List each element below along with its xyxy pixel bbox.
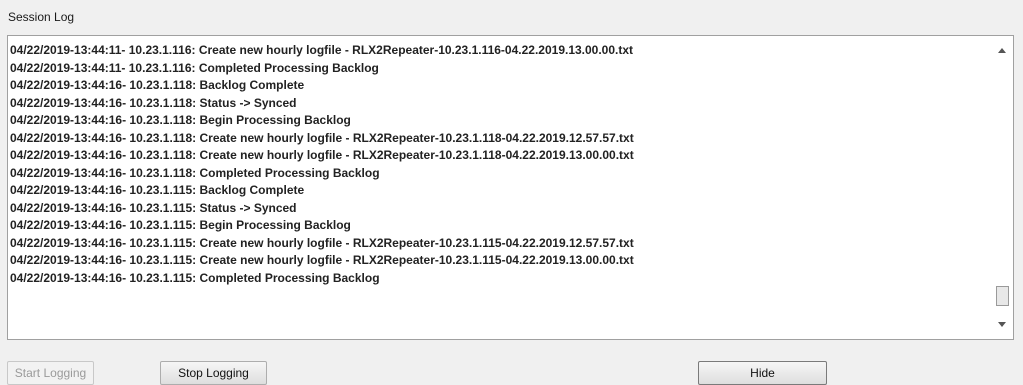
stop-logging-button[interactable]: Stop Logging [160, 361, 267, 385]
log-line: 04/22/2019-13:44:16- 10.23.1.115: Status… [10, 200, 297, 215]
log-line: 04/22/2019-13:44:11- 10.23.1.116: Comple… [10, 60, 379, 75]
vertical-scrollbar[interactable] [994, 36, 1013, 339]
log-line: 04/22/2019-13:44:16- 10.23.1.115: Create… [10, 235, 634, 250]
log-line: 04/22/2019-13:44:11- 10.23.1.116: Create… [10, 43, 634, 57]
session-log-textbox[interactable]: 04/22/2019-13:44:11- 10.23.1.116: Create… [7, 35, 1014, 340]
log-line: 04/22/2019-13:44:16- 10.23.1.118: Status… [10, 95, 297, 110]
scroll-up-arrow-icon[interactable] [998, 48, 1006, 53]
scroll-down-arrow-icon[interactable] [998, 322, 1006, 327]
log-line: 04/22/2019-13:44:16- 10.23.1.118: Comple… [10, 165, 380, 180]
session-log-lines: 04/22/2019-13:44:11- 10.23.1.116: Create… [10, 42, 993, 337]
log-line: 04/22/2019-13:44:16- 10.23.1.118: Backlo… [10, 78, 305, 92]
log-line: 04/22/2019-13:44:16- 10.23.1.118: Create… [10, 130, 634, 145]
hide-button[interactable]: Hide [698, 361, 827, 385]
log-line: 04/22/2019-13:44:16- 10.23.1.118: Create… [10, 148, 634, 162]
log-line: 04/22/2019-13:44:16- 10.23.1.115: Begin … [10, 218, 351, 232]
session-log-label: Session Log [8, 10, 75, 24]
log-line: 04/22/2019-13:44:16- 10.23.1.115: Comple… [10, 270, 380, 285]
log-line: 04/22/2019-13:44:16- 10.23.1.118: Begin … [10, 113, 351, 127]
log-line: 04/22/2019-13:44:16- 10.23.1.115: Backlo… [10, 183, 305, 197]
scroll-thumb[interactable] [996, 286, 1009, 306]
log-line: 04/22/2019-13:44:16- 10.23.1.115: Create… [10, 253, 634, 267]
start-logging-button[interactable]: Start Logging [7, 361, 94, 385]
